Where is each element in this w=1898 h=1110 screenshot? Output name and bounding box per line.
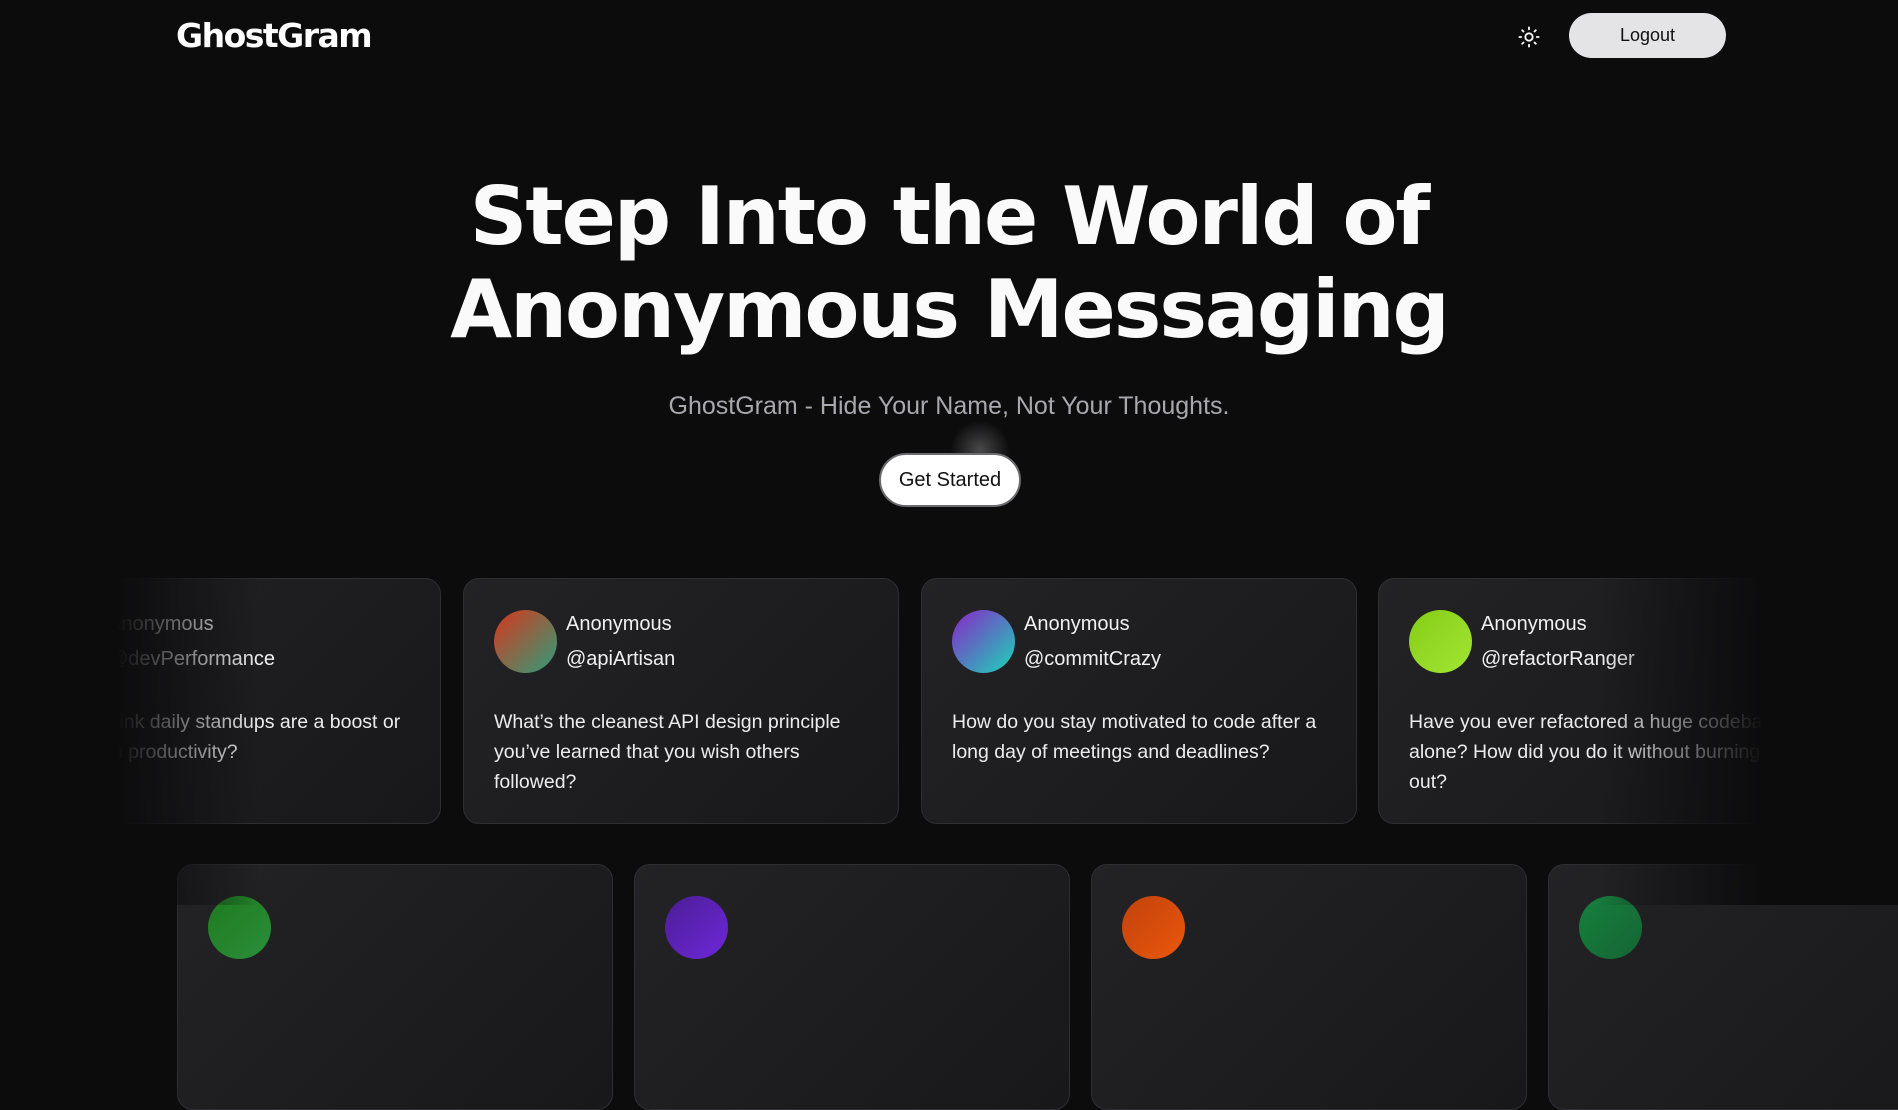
avatar	[1122, 896, 1185, 959]
message-card[interactable]: Anonymous @apiArtisan What’s the cleanes…	[463, 578, 899, 824]
message-card[interactable]: Anonymous @commitCrazy How do you stay m…	[921, 578, 1357, 824]
card-name: Anonymous	[108, 613, 214, 635]
hero-section: Step Into the World of Anonymous Messagi…	[0, 170, 1898, 356]
message-card[interactable]: Anonymous @refactorRanger Have you ever …	[1378, 578, 1814, 824]
card-name: Anonymous	[1024, 613, 1130, 635]
logout-button[interactable]: Logout	[1569, 13, 1726, 58]
card-handle: @apiArtisan	[566, 648, 676, 670]
message-card[interactable]: Anonymous @devPerformance Do you think d…	[5, 578, 441, 824]
card-handle: @devPerformance	[108, 648, 276, 670]
logo[interactable]: GhostGram	[176, 16, 373, 55]
avatar	[494, 610, 557, 673]
message-card[interactable]	[634, 864, 1070, 1110]
card-name: Anonymous	[566, 613, 672, 635]
avatar	[36, 610, 99, 673]
avatar	[208, 896, 271, 959]
hero-subtitle: GhostGram - Hide Your Name, Not Your Tho…	[668, 392, 1230, 420]
message-card[interactable]	[177, 864, 613, 1110]
avatar	[665, 896, 728, 959]
message-card[interactable]	[1091, 864, 1527, 1110]
avatar	[952, 610, 1015, 673]
card-name: Anonymous	[1481, 613, 1587, 635]
avatar	[1409, 610, 1472, 673]
hero-title: Step Into the World of Anonymous Messagi…	[0, 170, 1898, 356]
top-navbar: GhostGram Logout	[0, 0, 1898, 72]
hero-title-line1: Step Into the World of	[469, 170, 1430, 263]
avatar	[1579, 896, 1642, 959]
sun-icon	[1518, 26, 1540, 48]
theme-toggle-button[interactable]	[1514, 22, 1544, 52]
card-message: Do you think daily standups are a boost …	[36, 711, 401, 763]
card-handle: @refactorRanger	[1481, 648, 1635, 670]
card-message: What’s the cleanest API design principle…	[494, 711, 841, 793]
card-message: Have you ever refactored a huge codebase…	[1409, 711, 1783, 793]
card-handle: @commitCrazy	[1024, 648, 1161, 670]
card-message: How do you stay motivated to code after …	[952, 711, 1317, 763]
message-card[interactable]	[1548, 864, 1898, 1110]
get-started-button[interactable]: Get Started	[879, 453, 1021, 507]
hero-title-line2: Anonymous Messaging	[450, 263, 1450, 356]
